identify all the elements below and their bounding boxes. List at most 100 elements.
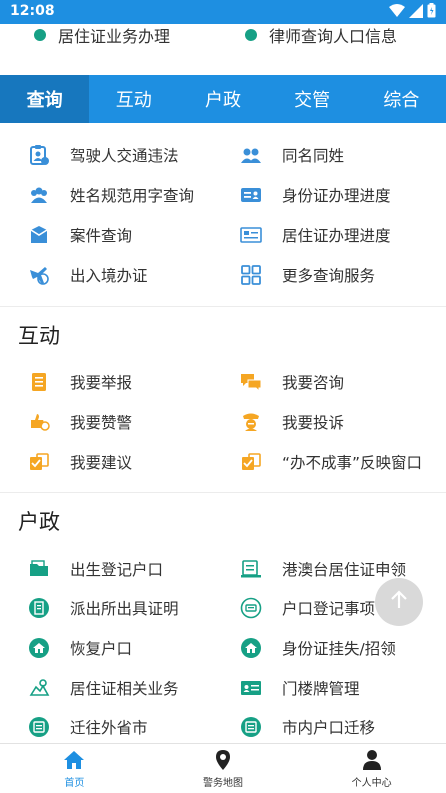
nav-personal[interactable]: 个人中心: [297, 744, 446, 793]
id-card-icon: [240, 184, 262, 206]
prev-item-label: 居住证业务办理: [58, 27, 171, 46]
tab-query[interactable]: 查询: [0, 75, 90, 123]
nav-home[interactable]: 首页: [0, 744, 149, 793]
people-icon: [240, 144, 262, 166]
query-item-more[interactable]: 更多查询服务: [240, 260, 375, 290]
household-register-icon: [240, 597, 262, 619]
hk-macau-card-icon: [240, 558, 262, 580]
interact-item-complaint[interactable]: 我要投诉: [240, 407, 344, 437]
previous-row: 居住证业务办理 律师查询人口信息: [0, 24, 446, 52]
house-plate-icon: [240, 677, 262, 699]
group-icon: [28, 184, 50, 206]
section-title-household: 户政: [18, 510, 60, 534]
nav-label: 警务地图: [203, 778, 243, 789]
driver-license-icon: [28, 144, 50, 166]
section-divider: [0, 492, 446, 493]
household-item-move-out[interactable]: 迁往外省市: [28, 712, 148, 742]
restore-household-icon: [28, 637, 50, 659]
interact-item-suggest[interactable]: 我要建议: [28, 447, 132, 477]
household-item-hk-macau[interactable]: 港澳台居住证申领: [240, 554, 406, 584]
tab-traffic[interactable]: 交管: [268, 75, 357, 123]
item-label: 港澳台居住证申领: [282, 561, 407, 579]
item-label: 迁往外省市: [70, 719, 148, 737]
airplane-globe-icon: [28, 264, 50, 286]
household-item-registration[interactable]: 户口登记事项: [240, 593, 375, 623]
battery-icon: [427, 2, 436, 22]
item-label: 户口登记事项: [282, 600, 376, 618]
item-label: 居住证相关业务: [70, 680, 179, 698]
household-item-house-plate[interactable]: 门楼牌管理: [240, 673, 360, 703]
move-out-icon: [28, 716, 50, 738]
household-item-restore[interactable]: 恢复户口: [28, 633, 132, 663]
scroll-top-button[interactable]: [375, 578, 423, 626]
report-doc-icon: [28, 371, 50, 393]
prev-item-label: 律师查询人口信息: [269, 27, 398, 46]
item-label: 出入境办证: [70, 267, 148, 285]
section-title-interact: 互动: [18, 324, 60, 348]
wifi-icon: [389, 3, 405, 22]
tab-general[interactable]: 综合: [357, 75, 446, 123]
police-complaint-icon: [240, 411, 262, 433]
household-item-certificate[interactable]: 派出所出具证明: [28, 593, 179, 623]
item-label: 更多查询服务: [282, 267, 376, 285]
dot-icon: [34, 29, 46, 41]
signal-icon: [409, 3, 423, 22]
item-label: 派出所出具证明: [70, 600, 179, 618]
section-divider: [0, 306, 446, 307]
interact-item-praise[interactable]: 我要赞警: [28, 407, 132, 437]
arrow-up-icon: [388, 589, 410, 615]
item-label: “办不成事”反映窗口: [282, 454, 423, 472]
prev-item-lawyer[interactable]: 律师查询人口信息: [245, 24, 397, 46]
certificate-icon: [28, 597, 50, 619]
thumbs-up-icon: [28, 411, 50, 433]
nav-label: 个人中心: [351, 778, 392, 789]
suggestion-icon: [28, 451, 50, 473]
query-item-same-name[interactable]: 同名同姓: [240, 140, 344, 170]
tab-household[interactable]: 户政: [178, 75, 267, 123]
query-item-case[interactable]: 案件查询: [28, 220, 132, 250]
item-label: 同名同姓: [282, 147, 345, 165]
query-item-residence-progress[interactable]: 居住证办理进度: [240, 220, 391, 250]
home-icon: [64, 751, 85, 769]
item-label: 出生登记户口: [70, 561, 164, 579]
person-icon: [362, 750, 381, 770]
tab-interact[interactable]: 互动: [89, 75, 178, 123]
nav-label: 首页: [64, 778, 85, 789]
birth-register-icon: [28, 558, 50, 580]
feedback-window-icon: [240, 451, 262, 473]
household-item-residence[interactable]: 居住证相关业务: [28, 673, 179, 703]
query-item-traffic-violation[interactable]: 驾驶人交通违法: [28, 140, 179, 170]
status-icons: [389, 2, 436, 22]
item-label: 姓名规范用字查询: [70, 187, 195, 205]
item-label: 恢复户口: [70, 640, 133, 658]
item-label: 身份证办理进度: [282, 187, 391, 205]
id-lost-found-icon: [240, 637, 262, 659]
grid-more-icon: [240, 264, 262, 286]
status-bar: 12:08: [0, 0, 446, 24]
case-box-icon: [28, 224, 50, 246]
interact-item-feedback-window[interactable]: “办不成事”反映窗口: [240, 447, 422, 477]
query-item-exit-entry[interactable]: 出入境办证: [28, 260, 148, 290]
residence-card-icon: [240, 224, 262, 246]
status-time: 12:08: [10, 3, 55, 19]
item-label: 门楼牌管理: [282, 680, 360, 698]
query-item-name-standard[interactable]: 姓名规范用字查询: [28, 180, 194, 210]
category-tabs: 查询 互动 户政 交管 综合: [0, 75, 446, 123]
city-transfer-icon: [240, 716, 262, 738]
interact-item-report[interactable]: 我要举报: [28, 367, 132, 397]
dot-icon: [245, 29, 257, 41]
item-label: 我要投诉: [282, 414, 345, 432]
household-item-city-transfer[interactable]: 市内户口迁移: [240, 712, 375, 742]
map-pin-icon: [216, 750, 230, 770]
item-label: 我要赞警: [70, 414, 133, 432]
interact-item-consult[interactable]: 我要咨询: [240, 367, 344, 397]
item-label: 我要举报: [70, 374, 133, 392]
nav-police-map[interactable]: 警务地图: [149, 744, 298, 793]
query-item-id-progress[interactable]: 身份证办理进度: [240, 180, 391, 210]
item-label: 居住证办理进度: [282, 227, 391, 245]
prev-item-residence[interactable]: 居住证业务办理: [34, 24, 170, 46]
household-item-id-lost[interactable]: 身份证挂失/招领: [240, 633, 396, 663]
household-item-birth[interactable]: 出生登记户口: [28, 554, 163, 584]
bottom-navigation: 首页 警务地图 个人中心: [0, 743, 446, 793]
item-label: 案件查询: [70, 227, 133, 245]
